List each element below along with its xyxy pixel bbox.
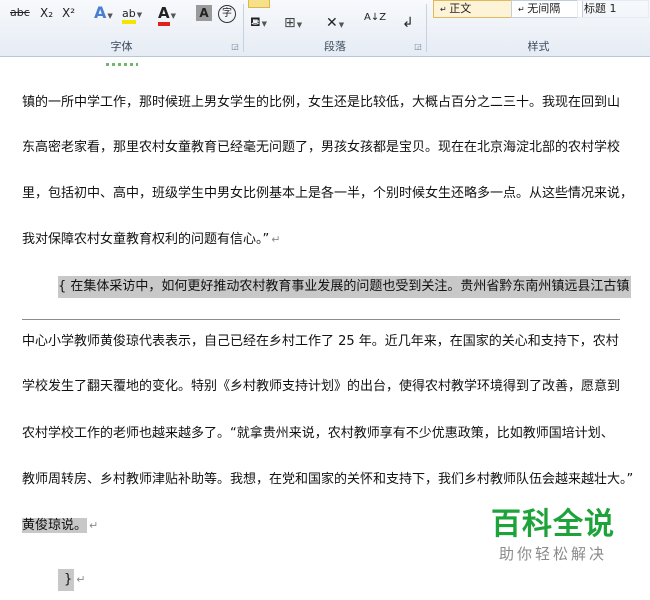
chevron-down-icon: ▼ — [170, 12, 176, 20]
asian-layout-icon: ✕ — [326, 15, 338, 31]
watermark-title: 百科全说 — [491, 507, 615, 542]
watermark: 百科全说 助你轻松解决 — [478, 507, 628, 565]
text-effect-icon: A — [94, 3, 107, 22]
style-heading-1[interactable]: 标题 1 — [577, 0, 649, 18]
font-group: abc X₂ X² A▼ ab▼ A▼ A 字 字体 ◲ — [0, 0, 243, 56]
ribbon: abc X₂ X² A▼ ab▼ A▼ A 字 字体 ◲ ⛾▼ ⊞▼ ✕▼ A↓… — [0, 0, 650, 57]
show-formatting-marks-button[interactable]: ↲ — [402, 13, 414, 33]
font-dialog-launcher[interactable]: ◲ — [231, 43, 239, 51]
style-normal[interactable]: ↵ 正文 — [433, 0, 517, 18]
styles-group-label: 样式 — [527, 40, 550, 53]
pilcrow-icon: ↵ — [518, 5, 528, 14]
asian-layout-button[interactable]: ✕▼ — [326, 13, 344, 33]
paragraph-dialog-launcher[interactable]: ◲ — [414, 43, 422, 51]
superscript-button[interactable]: X² — [62, 3, 75, 23]
pilcrow-icon: ↲ — [402, 15, 414, 31]
chevron-down-icon: ▼ — [107, 12, 113, 20]
highlighter-icon: ab — [122, 7, 136, 24]
strikethrough-button[interactable]: abc — [10, 3, 30, 23]
spelling-squiggle — [106, 63, 138, 66]
text-line: 黄俊琼说。 ↵ — [22, 515, 98, 537]
chevron-down-icon: ▼ — [261, 20, 268, 28]
text-line: 中心小学教师黄俊琼代表表示，自己已经在乡村工作了 25 年。近几年来，在国家的关… — [22, 334, 619, 349]
paragraph-group-label: 段落 — [324, 40, 346, 53]
styles-group: ↵ 正文 ↵ 无间隔 标题 1 样式 — [427, 0, 650, 56]
shading-button[interactable]: ⛾▼ — [250, 13, 267, 33]
text-line-content: 我对保障农村女童教育权利的问题有信心。” — [22, 232, 270, 247]
style-no-spacing[interactable]: ↵ 无间隔 — [511, 0, 583, 18]
font-color-icon: A — [158, 4, 170, 26]
text-line-content: 东高密老家看，那里农村女童教育已经毫无问题了，男孩女孩都是宝贝。现在在北京海淀北… — [22, 140, 621, 155]
text-line: 我对保障农村女童教育权利的问题有信心。” ↵ — [22, 229, 280, 251]
paragraph-mark-icon: ↵ — [76, 573, 86, 586]
text-line: 东高密老家看，那里农村女童教育已经毫无问题了，男孩女孩都是宝贝。现在在北京海淀北… — [22, 137, 620, 159]
horizontal-rule — [22, 319, 620, 320]
sort-button[interactable]: A↓Z — [364, 13, 386, 33]
paragraph-group: ⛾▼ ⊞▼ ✕▼ A↓Z ↲ 段落 ◲ — [244, 0, 426, 56]
text-line: 农村学校工作的老师也越来越多了。“就拿贵州来说，农村教师享有不少优惠政策，比如教… — [22, 426, 614, 441]
paint-bucket-icon: ⛾ — [250, 15, 261, 30]
subscript-button[interactable]: X₂ — [40, 3, 53, 23]
text-effect-button[interactable]: A▼ — [94, 3, 113, 23]
border-grid-icon: ⊞ — [284, 15, 296, 31]
text-line: 里，包括初中、高中，班级学生中男女比例基本上是各一半，个别时候女生还略多一点。从… — [22, 186, 634, 201]
highlighted-text-line: { 在集体采访中，如何更好推动农村教育事业发展的问题也受到关注。贵州省黔东南州镇… — [58, 276, 631, 298]
text-line: 教师周转房、乡村教师津贴补助等。我想，在党和国家的关怀和支持下，我们乡村教师队伍… — [22, 472, 634, 487]
watermark-subtitle: 助你轻松解决 — [498, 545, 607, 563]
highlight-button[interactable]: ab▼ — [122, 3, 143, 24]
chevron-down-icon: ▼ — [136, 11, 143, 19]
enclose-characters-button[interactable]: 字 — [218, 5, 236, 23]
line-spacing-button[interactable] — [248, 0, 270, 8]
paragraph-mark-icon: ↵ — [89, 519, 99, 532]
text-line: 学校发生了翻天覆地的变化。特别《乡村教师支持计划》的出台，使得农村教学环境得到了… — [22, 379, 621, 394]
character-shading-button[interactable]: A — [196, 5, 212, 21]
font-group-label: 字体 — [110, 40, 133, 53]
font-color-button[interactable]: A▼ — [158, 3, 176, 26]
text-line: 镇的一所中学工作，那时候班上男女学生的比例，女生还是比较低，大概占百分之二三十。… — [22, 95, 621, 110]
pilcrow-icon: ↵ — [440, 5, 450, 14]
borders-button[interactable]: ⊞▼ — [284, 13, 302, 33]
highlighted-text: } — [58, 569, 75, 591]
chevron-down-icon: ▼ — [296, 21, 303, 29]
document-page[interactable]: 镇的一所中学工作，那时候班上男女学生的比例，女生还是比较低，大概占百分之二三十。… — [0, 57, 650, 600]
text-line: } ↵ — [58, 569, 86, 591]
paragraph-mark-icon: ↵ — [271, 233, 281, 246]
chevron-down-icon: ▼ — [338, 21, 345, 29]
highlighted-text: 黄俊琼说。 — [22, 518, 88, 533]
